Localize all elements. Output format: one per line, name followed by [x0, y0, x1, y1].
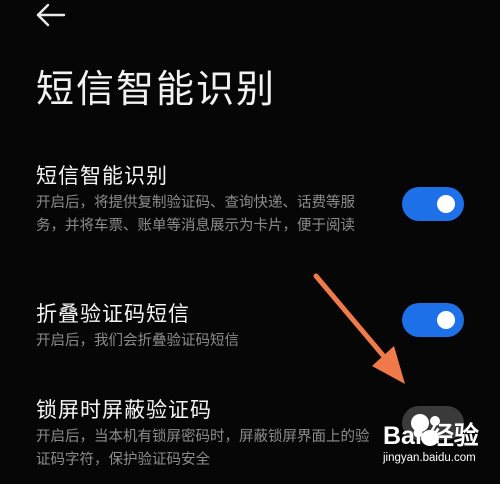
setting-description: 开启后，我们会折叠验证码短信	[36, 333, 239, 349]
setting-title: 短信智能识别	[36, 164, 168, 188]
watermark-brand: Bai 经验	[383, 422, 479, 450]
settings-screen: 短信智能识别 短信智能识别 开启后，将提供复制验证码、查询快递、话费等服务，并将…	[0, 0, 500, 484]
toggle-knob	[437, 311, 455, 329]
setting-title: 折叠验证码短信	[36, 302, 190, 326]
setting-description: 开启后，当本机有锁屏密码时，屏蔽锁屏界面上的验证码字符，保护验证码安全	[36, 429, 370, 468]
setting-description: 开启后，将提供复制验证码、查询快递、话费等服务，并将车票、账单等消息展示为卡片，…	[36, 195, 355, 234]
watermark-url: jingyan.baidu.com	[383, 452, 476, 464]
toggle-knob	[437, 195, 455, 213]
back-button[interactable]	[34, 2, 68, 28]
arrow-left-icon	[36, 3, 66, 27]
page-title: 短信智能识别	[36, 67, 277, 111]
baidu-jingyan-watermark: Bai 经验 jingyan.baidu.com	[383, 410, 500, 484]
sms-smart-recognition-toggle[interactable]	[402, 187, 464, 221]
setting-title: 锁屏时屏蔽验证码	[36, 398, 212, 422]
fold-verification-sms-toggle[interactable]	[402, 303, 464, 337]
